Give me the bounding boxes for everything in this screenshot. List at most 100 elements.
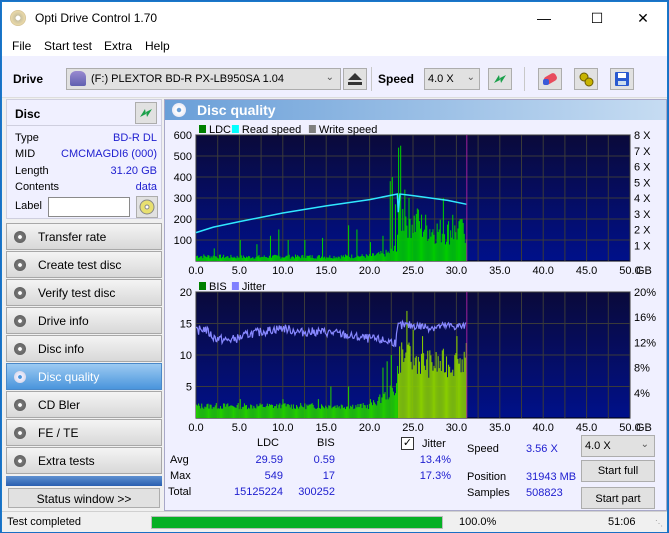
ldc-bar (322, 237, 324, 261)
bis-bar (205, 407, 207, 418)
speed-select[interactable]: 4.0 X ⌄ (424, 68, 480, 90)
bis-bar (404, 358, 406, 418)
ldc-bar (234, 257, 236, 261)
bis-bar (373, 400, 375, 418)
ldc-bar (375, 255, 377, 261)
minimize-button[interactable]: — (521, 2, 567, 34)
test-speed-value: 4.0 X (585, 440, 611, 452)
bis-bar (250, 404, 252, 418)
ldc-bar (440, 242, 442, 261)
legend-swatch (199, 282, 206, 290)
ldc-bar (244, 257, 246, 261)
drive-select[interactable]: (F:) PLEXTOR BD-R PX-LB950SA 1.04 ⌄ (66, 68, 341, 90)
ldc-bar (378, 251, 380, 261)
menu-start-test[interactable]: Start test (44, 39, 92, 53)
disc-icon (14, 231, 26, 243)
bis-bar (241, 407, 243, 418)
menu-extra[interactable]: Extra (104, 39, 132, 53)
maximize-button[interactable]: ☐ (574, 2, 620, 34)
total-bis: 300252 (298, 486, 335, 498)
ldc-bar (416, 208, 418, 261)
ldc-bar (450, 230, 452, 261)
ldc-bar (442, 198, 444, 261)
ldc-bar (328, 257, 330, 261)
bis-bar (306, 404, 308, 418)
disc-info-box: Disc Type BD-R DL MID CMCMAGDI6 (000) Le… (6, 99, 162, 219)
bis-bar (219, 406, 221, 418)
bis-bar (374, 402, 376, 418)
bis-bar (357, 404, 359, 418)
bis-bar (212, 407, 214, 418)
nav-verify-test-disc[interactable]: Verify test disc (6, 279, 162, 306)
bis-bar (213, 407, 215, 418)
ldc-bar (436, 223, 438, 261)
bis-bar (462, 372, 464, 418)
legend-label: Jitter (242, 281, 266, 293)
erase-button[interactable] (538, 68, 562, 90)
settings-button[interactable] (574, 68, 598, 90)
ldc-bar (390, 248, 392, 261)
nav-extra-tests[interactable]: Extra tests (6, 447, 162, 474)
eject-button[interactable] (343, 68, 367, 90)
ldc-bar (444, 244, 446, 261)
disc-refresh-button[interactable] (135, 102, 157, 124)
eject-icon (348, 73, 362, 85)
jitter-checkbox[interactable]: ✓ (401, 437, 414, 450)
nav-cd-bler[interactable]: CD Bler (6, 391, 162, 418)
ldc-bar (352, 258, 354, 261)
samples-value: 508823 (526, 487, 563, 499)
nav-disc-info[interactable]: Disc info (6, 335, 162, 362)
status-window-button[interactable]: Status window >> (8, 488, 160, 508)
close-icon: ✕ (637, 9, 649, 26)
ldc-bar (382, 235, 384, 261)
start-part-button[interactable]: Start part (581, 487, 655, 509)
ldc-bar (294, 254, 296, 261)
bis-bar (390, 355, 392, 418)
start-full-button[interactable]: Start full (581, 460, 655, 482)
resize-grip-icon[interactable]: ⋱ (655, 519, 663, 528)
bis-bar (264, 407, 266, 418)
ldc-bar (226, 256, 228, 261)
bis-bar (325, 405, 327, 418)
ldc-bar (261, 256, 263, 261)
ldc-bar (245, 256, 248, 261)
ldc-bar (426, 225, 428, 261)
ldc-bar (333, 255, 335, 261)
ldc-bar (266, 257, 268, 261)
ldc-bar (464, 242, 466, 261)
nav-disc-quality[interactable]: Disc quality (6, 363, 162, 390)
save-button[interactable] (610, 68, 634, 90)
ldc-bar (413, 215, 415, 261)
test-speed-select[interactable]: 4.0 X ⌄ (581, 435, 655, 457)
nav-fe-te[interactable]: FE / TE (6, 419, 162, 446)
ldc-bar (276, 255, 278, 261)
ldc-bar (403, 230, 405, 261)
bis-bar (394, 393, 396, 418)
bis-bar (238, 409, 240, 418)
menu-help[interactable]: Help (145, 39, 170, 53)
ldc-bar (326, 257, 328, 261)
nav-transfer-rate[interactable]: Transfer rate (6, 223, 162, 250)
ldc-bar (430, 236, 432, 261)
bis-bar (453, 376, 455, 418)
bis-bar (437, 356, 439, 418)
menu-file[interactable]: File (12, 39, 31, 53)
y2-tick-label: 6 X (634, 162, 651, 174)
x-tick-label: 45.0 (576, 265, 597, 277)
bis-bar (405, 352, 407, 418)
close-button[interactable]: ✕ (620, 2, 666, 34)
label-input[interactable] (48, 197, 130, 217)
ldc-bar (297, 255, 299, 261)
ldc-bar (397, 234, 399, 261)
bis-bar (428, 377, 430, 418)
nav-drive-info[interactable]: Drive info (6, 307, 162, 334)
ldc-bar (240, 255, 242, 261)
bis-bar (382, 367, 384, 418)
ldc-bar (299, 256, 301, 261)
nav-create-test-disc[interactable]: Create test disc (6, 251, 162, 278)
ldc-bar (283, 257, 285, 261)
ldc-bar (223, 254, 225, 261)
refresh-button[interactable] (488, 68, 512, 90)
label-disc-button[interactable] (136, 196, 158, 218)
bis-bar (229, 405, 231, 418)
